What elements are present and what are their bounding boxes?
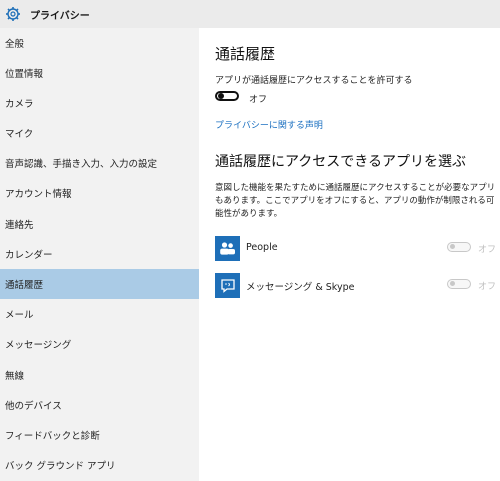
sidebar-item-messaging[interactable]: メッセージング bbox=[0, 329, 199, 359]
messaging-skype-access-state: オフ bbox=[478, 282, 497, 292]
toggle-knob bbox=[218, 93, 224, 99]
app-row-messaging-skype: メッセージング & Skype オフ bbox=[215, 273, 499, 299]
main-content: 通話履歴 アプリが通話履歴にアクセスすることを許可する オフ プライバシーに関す… bbox=[199, 28, 500, 481]
sidebar-item-other-devices[interactable]: 他のデバイス bbox=[0, 390, 199, 420]
privacy-statement-link[interactable]: プライバシーに関する声明 bbox=[215, 118, 323, 131]
sidebar-item-background-apps[interactable]: バック グラウンド アプリ bbox=[0, 450, 199, 480]
people-icon bbox=[215, 236, 240, 261]
sidebar: 全般 位置情報 カメラ マイク 音声認識、手描き入力、入力の設定 アカウント情報… bbox=[0, 28, 199, 481]
app-row-people: People オフ bbox=[215, 236, 499, 262]
messaging-icon bbox=[215, 273, 240, 298]
sidebar-item-contacts[interactable]: 連絡先 bbox=[0, 209, 199, 239]
page-title: 通話履歴 bbox=[215, 45, 276, 63]
people-access-state: オフ bbox=[478, 245, 497, 255]
app-name: メッセージング & Skype bbox=[246, 282, 355, 293]
sidebar-item-calendar[interactable]: カレンダー bbox=[0, 239, 199, 269]
title-bar: プライバシー bbox=[0, 0, 500, 28]
window-title: プライバシー bbox=[30, 10, 90, 22]
toggle-knob bbox=[450, 244, 455, 249]
messaging-skype-access-toggle[interactable] bbox=[447, 279, 471, 289]
sidebar-item-email[interactable]: メール bbox=[0, 299, 199, 329]
allow-access-toggle[interactable] bbox=[215, 91, 239, 101]
apps-description: 意図した機能を果たすために通話履歴にアクセスすることが必要なアプリもあります。こ… bbox=[215, 183, 496, 219]
sidebar-item-radios[interactable]: 無線 bbox=[0, 360, 199, 390]
people-access-toggle[interactable] bbox=[447, 242, 471, 252]
allow-access-label: アプリが通話履歴にアクセスすることを許可する bbox=[215, 76, 413, 86]
sidebar-item-general[interactable]: 全般 bbox=[0, 28, 199, 58]
sidebar-item-camera[interactable]: カメラ bbox=[0, 88, 199, 118]
gear-icon bbox=[6, 7, 20, 21]
allow-access-state: オフ bbox=[249, 95, 268, 105]
app-name: People bbox=[246, 242, 278, 253]
sidebar-item-feedback-diagnostics[interactable]: フィードバックと診断 bbox=[0, 420, 199, 450]
sidebar-item-call-history[interactable]: 通話履歴 bbox=[0, 269, 199, 299]
sidebar-item-speech-inking-typing[interactable]: 音声認識、手描き入力、入力の設定 bbox=[0, 148, 199, 178]
sidebar-item-location[interactable]: 位置情報 bbox=[0, 58, 199, 88]
sidebar-item-account-info[interactable]: アカウント情報 bbox=[0, 178, 199, 208]
apps-section-heading: 通話履歴にアクセスできるアプリを選ぶ bbox=[215, 154, 467, 170]
toggle-knob bbox=[450, 281, 455, 286]
sidebar-item-microphone[interactable]: マイク bbox=[0, 118, 199, 148]
